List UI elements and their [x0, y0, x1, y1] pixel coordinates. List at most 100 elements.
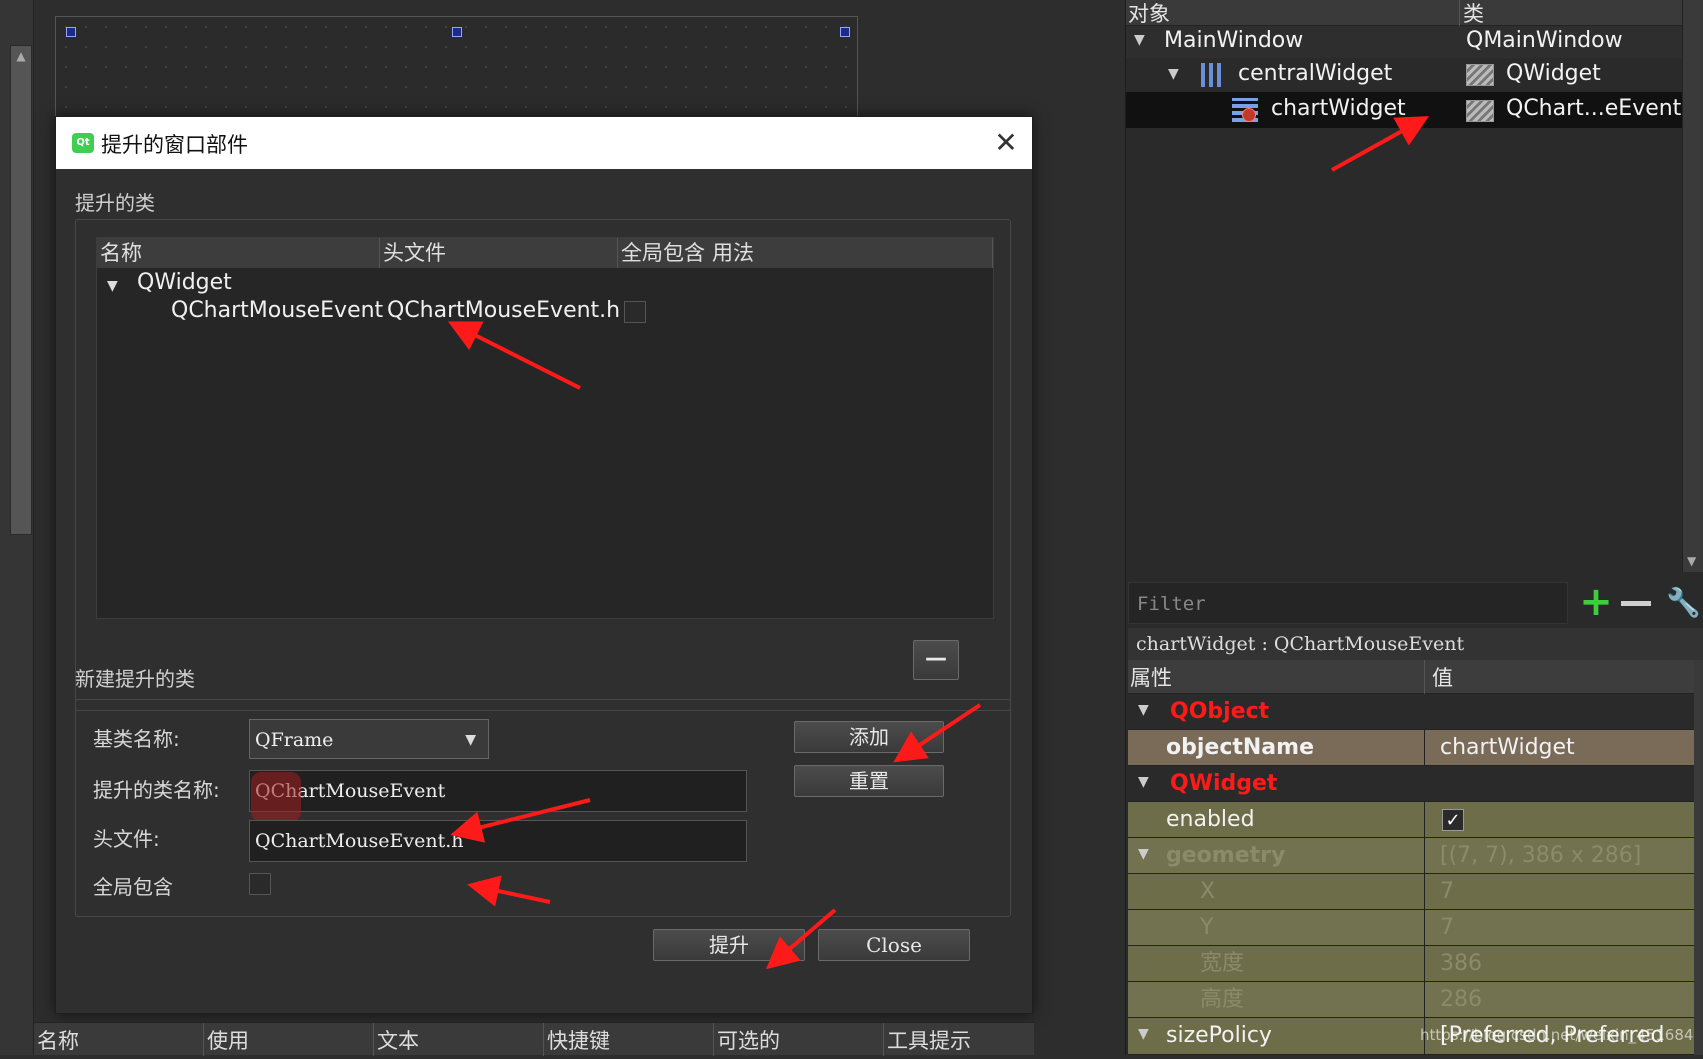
global-include-label: 全局包含 [93, 875, 173, 899]
property-value[interactable]: 7 [1440, 910, 1454, 946]
resize-handle[interactable] [66, 27, 76, 37]
new-promoted-class-section-title: 新建提升的类 [75, 667, 195, 691]
object-class: QMainWindow [1466, 28, 1623, 53]
promoted-classes-table[interactable]: 名称 头文件 全局包含 用法 ▼ QWidget QChartMouseEven… [96, 237, 994, 619]
property-row-x[interactable]: X 7 [1128, 874, 1694, 910]
property-row-width[interactable]: 宽度 386 [1128, 946, 1694, 982]
enabled-checkbox[interactable]: ✓ [1442, 809, 1464, 831]
property-row-height[interactable]: 高度 286 [1128, 982, 1694, 1018]
column-header-checkable[interactable]: 可选的 [714, 1023, 884, 1056]
collapse-arrow-icon[interactable]: ▼ [1138, 774, 1149, 790]
promoted-classes-section-title: 提升的类 [75, 191, 155, 215]
header-file-label: 头文件: [93, 827, 160, 851]
column-header-object[interactable]: 对象 [1128, 0, 1170, 28]
promoted-class-name-label: 提升的类名称: [93, 778, 220, 802]
property-row-objectname[interactable]: objectName chartWidget [1128, 730, 1694, 766]
expand-arrow-icon[interactable]: ▼ [107, 278, 118, 294]
property-name: 宽度 [1200, 951, 1245, 976]
column-header-used[interactable]: 使用 [204, 1023, 374, 1056]
resize-handle[interactable] [840, 27, 850, 37]
object-inspector-scrollbar[interactable]: ▼ [1682, 0, 1703, 572]
property-value[interactable]: 386 [1440, 946, 1482, 982]
global-include-checkbox-cell[interactable] [624, 301, 646, 323]
cell-divider [1424, 982, 1425, 1018]
property-editor-header: 属性 值 [1128, 660, 1694, 694]
column-header-global-include[interactable]: 全局包含 [618, 238, 712, 268]
base-class-select[interactable]: QFrame ▼ [249, 719, 489, 759]
property-value[interactable]: 7 [1440, 874, 1454, 910]
column-header-value[interactable]: 值 [1432, 662, 1453, 692]
tree-row-chartwidget[interactable]: chartWidget QChart...eEvent [1126, 92, 1703, 128]
column-header-tooltip[interactable]: 工具提示 [884, 1023, 1034, 1056]
promoted-widgets-dialog: Qt 提升的窗口部件 ✕ 提升的类 名称 头文件 全局包含 用法 ▼ QWidg… [55, 116, 1033, 1014]
property-row-enabled[interactable]: enabled ✓ [1128, 802, 1694, 838]
close-icon[interactable]: ✕ [991, 125, 1021, 161]
object-class: QWidget [1506, 61, 1601, 86]
property-value[interactable]: chartWidget [1440, 730, 1575, 766]
column-header-property[interactable]: 属性 [1130, 662, 1172, 692]
cell-divider [1424, 838, 1425, 874]
column-header-name[interactable]: 名称 [97, 238, 380, 268]
collapse-arrow-icon[interactable]: ▼ [1138, 1026, 1149, 1042]
promote-button[interactable]: 提升 [653, 929, 805, 961]
tree-row-mainwindow[interactable]: ▼ MainWindow QMainWindow [1126, 26, 1703, 58]
add-dynamic-property-icon[interactable]: + [1576, 582, 1616, 624]
expand-arrow-icon[interactable]: ▼ [1168, 66, 1179, 82]
header-file-input[interactable]: QChartMouseEvent.h [249, 820, 747, 862]
add-button[interactable]: 添加 [794, 721, 944, 753]
collapse-arrow-icon[interactable]: ▼ [1138, 846, 1149, 862]
scroll-up-icon[interactable]: ▲ [12, 48, 30, 64]
broken-link-icon [1242, 108, 1256, 122]
base-class-value: QFrame [255, 729, 334, 751]
column-header-name[interactable]: 名称 [34, 1023, 204, 1056]
column-header-class[interactable]: 类 [1463, 0, 1484, 28]
column-header-usage[interactable]: 用法 [712, 238, 993, 268]
object-class: QChart...eEvent [1506, 96, 1682, 121]
property-name: 高度 [1200, 987, 1245, 1012]
left-scrollbar[interactable] [10, 45, 32, 535]
widget-icon [1466, 100, 1494, 122]
tree-row-centralwidget[interactable]: ▼ centralWidget QWidget [1126, 58, 1703, 92]
object-name: chartWidget [1271, 96, 1406, 121]
remove-promoted-class-button[interactable]: — [913, 640, 959, 680]
qt-logo-icon: Qt [72, 133, 94, 153]
column-header-text[interactable]: 文本 [374, 1023, 544, 1056]
scroll-down-icon[interactable]: ▼ [1687, 554, 1696, 568]
property-value[interactable]: 286 [1440, 982, 1482, 1018]
reset-button[interactable]: 重置 [794, 765, 944, 797]
property-name: enabled [1166, 807, 1255, 832]
search-overlay-icon [251, 772, 301, 822]
property-editor-scrollbar[interactable] [1694, 660, 1703, 1055]
property-name: geometry [1166, 843, 1286, 868]
property-group-qwidget[interactable]: ▼ QWidget [1128, 766, 1694, 802]
cell-divider [1424, 730, 1425, 766]
property-name: objectName [1166, 735, 1314, 760]
expand-arrow-icon[interactable]: ▼ [1134, 32, 1145, 48]
collapse-arrow-icon[interactable]: ▼ [1138, 702, 1149, 718]
cell-divider [1424, 946, 1425, 982]
watermark-text: https://blog.csdn.net/weixin_45168487 [1420, 1026, 1703, 1044]
promoted-class-name-cell[interactable]: QChartMouseEvent [171, 298, 383, 323]
wrench-icon[interactable]: 🔧 [1666, 584, 1701, 622]
promoted-class-header-cell[interactable]: QChartMouseEvent.h [387, 298, 620, 323]
property-row-y[interactable]: Y 7 [1128, 910, 1694, 946]
property-value[interactable]: [(7, 7), 386 x 286] [1440, 838, 1641, 874]
column-header-header-file[interactable]: 头文件 [380, 238, 618, 268]
resize-handle[interactable] [452, 27, 462, 37]
property-name: sizePolicy [1166, 1023, 1272, 1048]
close-button[interactable]: Close [818, 929, 970, 961]
property-group-name: QObject [1170, 699, 1270, 724]
cell-divider [1424, 802, 1425, 838]
property-row-geometry[interactable]: ▼ geometry [(7, 7), 386 x 286] [1128, 838, 1694, 874]
column-header-shortcut[interactable]: 快捷键 [544, 1023, 714, 1056]
property-filter-input[interactable]: Filter [1128, 582, 1568, 624]
property-group-qobject[interactable]: ▼ QObject [1128, 694, 1694, 730]
widget-icon [1466, 64, 1494, 86]
object-name: MainWindow [1164, 28, 1304, 53]
promoted-class-name-input[interactable]: QChartMouseEvent [249, 770, 747, 812]
tree-parent-qwidget[interactable]: QWidget [137, 270, 232, 295]
global-include-checkbox[interactable] [249, 873, 271, 895]
remove-property-icon[interactable] [1621, 601, 1651, 606]
base-class-label: 基类名称: [93, 727, 180, 751]
left-dock-strip: ▲ [0, 0, 34, 1055]
